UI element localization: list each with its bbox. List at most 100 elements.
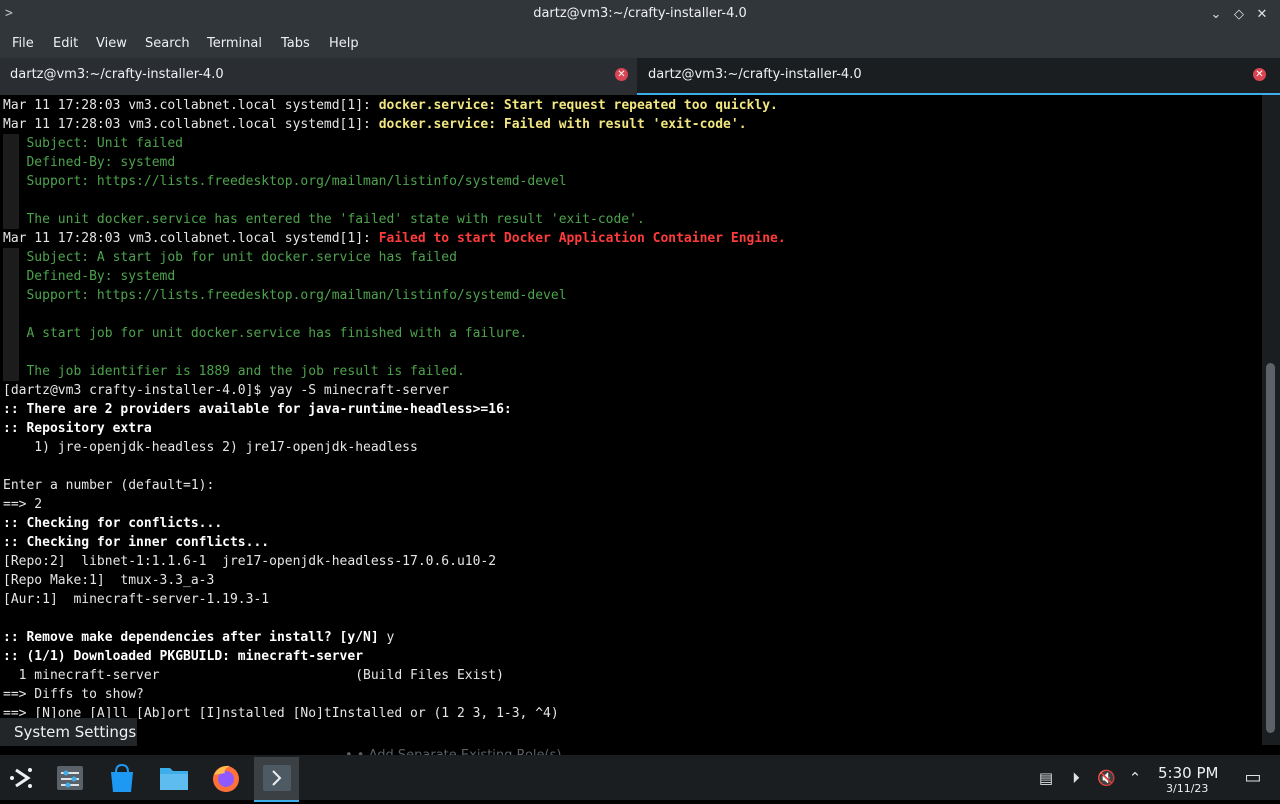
konsole-icon	[263, 765, 291, 791]
terminal-text-segment: docker.service: Failed with result 'exit…	[378, 117, 747, 132]
expand-tray-icon[interactable]: ⌃	[1126, 769, 1144, 787]
terminal-line: The job identifier is 1889 and the job r…	[3, 362, 465, 381]
terminal-text-segment: Defined-By: systemd	[3, 269, 176, 284]
terminal-text-segment: Defined-By: systemd	[3, 155, 176, 170]
tab-1-close-icon[interactable]: ✕	[615, 68, 628, 81]
terminal-line: :: (1/1) Downloaded PKGBUILD: minecraft-…	[3, 647, 363, 666]
terminal-text-segment: Failed to start Docker Application Conta…	[378, 231, 786, 246]
system-settings-icon	[57, 766, 83, 790]
terminal-text-segment: [Repo Make:1] tmux-3.3_a-3	[3, 573, 215, 588]
terminal-line: Defined-By: systemd	[3, 153, 175, 172]
maximize-button[interactable]: ◇	[1229, 5, 1249, 25]
terminal-text-segment: Subject: A start job for unit docker.ser…	[3, 250, 457, 265]
window-title: dartz@vm3:~/crafty-installer-4.0	[533, 6, 747, 21]
terminal-text-segment: 1 minecraft-server (Build Files Exist)	[3, 668, 504, 683]
terminal-text-segment: ::	[3, 402, 27, 417]
terminal-line: [Repo Make:1] tmux-3.3_a-3	[3, 571, 214, 590]
firefox-button[interactable]	[203, 757, 248, 800]
terminal-line: A start job for unit docker.service has …	[3, 324, 527, 343]
terminal-line: ==> 2	[3, 495, 42, 514]
konsole-button[interactable]	[254, 757, 299, 802]
terminal-text-segment: (1/1) Downloaded PKGBUILD: minecraft-ser…	[26, 649, 364, 664]
terminal-line: Mar 11 17:28:03 vm3.collabnet.local syst…	[3, 96, 778, 115]
terminal-line: 1 minecraft-server (Build Files Exist)	[3, 666, 504, 685]
terminal-line: ==> Diffs to show?	[3, 685, 144, 704]
clock-time[interactable]: 5:30 PM	[1158, 764, 1218, 782]
terminal-text-segment: ::	[3, 535, 27, 550]
terminal-text-segment: The job identifier is 1889 and the job r…	[3, 364, 465, 379]
terminal-line: Enter a number (default=1):	[3, 476, 214, 495]
show-desktop-icon[interactable]: ▭	[1244, 769, 1262, 787]
terminal-text-segment: Mar 11 17:28:03 vm3.collabnet.local syst…	[3, 117, 379, 132]
terminal-line: [dartz@vm3 crafty-installer-4.0]$ yay -S…	[3, 381, 449, 400]
terminal-text-segment: ::	[3, 649, 27, 664]
tab-2-close-icon[interactable]: ✕	[1253, 68, 1266, 81]
terminal-text-segment: ::	[3, 421, 27, 436]
media-player-icon[interactable]: ⏵	[1067, 769, 1085, 787]
terminal-text-segment: Subject: Unit failed	[3, 136, 184, 151]
menu-tabs[interactable]: Tabs	[281, 36, 310, 51]
terminal-text-segment: ::	[3, 516, 27, 531]
menu-edit[interactable]: Edit	[53, 36, 78, 51]
terminal-line: Subject: A start job for unit docker.ser…	[3, 248, 457, 267]
terminal-text-segment: ==> 2	[3, 497, 43, 512]
menu-help[interactable]: Help	[329, 36, 359, 51]
clipboard-icon[interactable]: ▤	[1037, 769, 1055, 787]
window-titlebar[interactable]: > dartz@vm3:~/crafty-installer-4.0 ⌄ ◇ ✕	[0, 0, 1280, 30]
discover-button[interactable]	[99, 757, 144, 800]
file-manager-button[interactable]	[151, 757, 196, 800]
terminal-scrollbar[interactable]	[1262, 95, 1280, 745]
file-manager-icon	[160, 768, 188, 790]
terminal-text-segment: A start job for unit docker.service has …	[3, 326, 528, 341]
clock-date[interactable]: 3/11/23	[1166, 782, 1208, 795]
terminal-line: Defined-By: systemd	[3, 267, 175, 286]
terminal-text-segment: Checking for conflicts...	[26, 516, 223, 531]
minimize-button[interactable]: ⌄	[1206, 5, 1226, 25]
terminal-line: :: Checking for conflicts...	[3, 514, 222, 533]
firefox-icon	[213, 765, 239, 792]
terminal-text-segment: [Repo:2] libnet-1:1.1.6-1 jre17-openjdk-…	[3, 554, 497, 569]
discover-store-icon	[111, 763, 133, 792]
terminal-line: :: Repository extra	[3, 419, 152, 438]
tab-1[interactable]: dartz@vm3:~/crafty-installer-4.0 ✕	[0, 58, 637, 93]
terminal-line: Support: https://lists.freedesktop.org/m…	[3, 172, 567, 191]
terminal-line: Mar 11 17:28:03 vm3.collabnet.local syst…	[3, 115, 747, 134]
system-settings-button[interactable]	[47, 757, 92, 800]
terminal-line: Support: https://lists.freedesktop.org/m…	[3, 286, 566, 305]
terminal-text-segment: Support: https://lists.freedesktop.org/m…	[3, 174, 567, 189]
close-button[interactable]: ✕	[1252, 5, 1272, 25]
taskbar: ▤ ⏵ 🔇 ⌃ 5:30 PM 3/11/23 ▭	[0, 755, 1280, 802]
terminal-line: The unit docker.service has entered the …	[3, 210, 645, 229]
terminal-text-segment: docker.service: Start request repeated t…	[378, 98, 778, 113]
tooltip-text: System Settings	[14, 723, 137, 741]
terminal-text-segment: ::	[3, 630, 27, 645]
tab-2[interactable]: dartz@vm3:~/crafty-installer-4.0 ✕	[637, 58, 1280, 95]
terminal-text-segment: y	[378, 630, 395, 645]
menu-search[interactable]: Search	[145, 36, 190, 51]
terminal-line: [Repo:2] libnet-1:1.1.6-1 jre17-openjdk-…	[3, 552, 496, 571]
terminal-line: :: Checking for inner conflicts...	[3, 533, 269, 552]
tab-bar: dartz@vm3:~/crafty-installer-4.0 ✕ dartz…	[0, 58, 1280, 95]
system-settings-tooltip: System Settings	[0, 718, 137, 746]
terminal-text-segment: Remove make dependencies after install? …	[26, 630, 379, 645]
menu-bar: File Edit View Search Terminal Tabs Help	[0, 30, 1280, 58]
tab-2-label: dartz@vm3:~/crafty-installer-4.0	[648, 67, 862, 82]
volume-muted-icon[interactable]: 🔇	[1097, 769, 1116, 787]
terminal-text-segment: ==> Diffs to show?	[3, 687, 144, 702]
terminal-line: :: Remove make dependencies after instal…	[3, 628, 394, 647]
terminal-line: :: There are 2 providers available for j…	[3, 400, 512, 419]
scrollbar-thumb[interactable]	[1266, 363, 1275, 733]
terminal-text-segment: [Aur:1] minecraft-server-1.19.3-1	[3, 592, 270, 607]
terminal-text-segment: The unit docker.service has entered the …	[3, 212, 645, 227]
menu-terminal[interactable]: Terminal	[207, 36, 262, 51]
terminal-text-segment: Checking for inner conflicts...	[26, 535, 270, 550]
terminal-output[interactable]: Mar 11 17:28:03 vm3.collabnet.local syst…	[0, 95, 1262, 745]
menu-view[interactable]: View	[96, 36, 127, 51]
terminal-text-segment: Repository extra	[26, 421, 152, 436]
terminal-text-segment: Mar 11 17:28:03 vm3.collabnet.local syst…	[3, 231, 379, 246]
application-launcher-button[interactable]	[0, 757, 45, 800]
terminal-line: 1) jre-openjdk-headless 2) jre17-openjdk…	[3, 438, 418, 457]
application-launcher-icon	[10, 768, 32, 788]
menu-file[interactable]: File	[12, 36, 34, 51]
terminal-text-segment: [dartz@vm3 crafty-installer-4.0]$ yay -S…	[3, 383, 450, 398]
